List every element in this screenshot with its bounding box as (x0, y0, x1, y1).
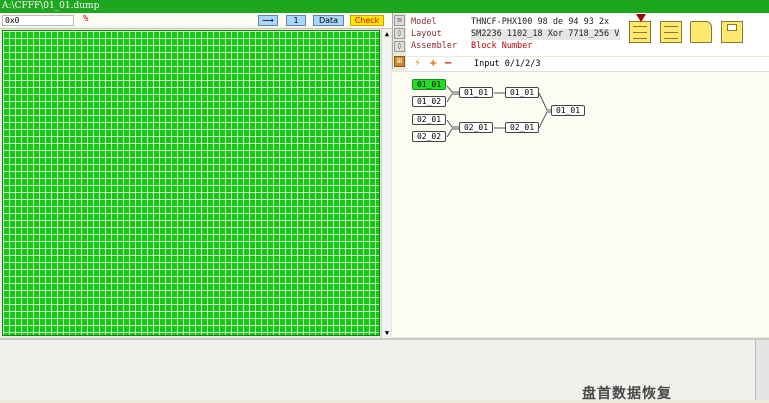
result-node-1[interactable]: 01_01 (505, 87, 539, 98)
input-node-3[interactable]: 02_01 (412, 114, 446, 125)
result-node-2[interactable]: 02_01 (505, 122, 539, 133)
watermark-text: 盘首数据恢复 (582, 386, 672, 402)
page-count-button[interactable]: 1 (286, 15, 306, 26)
goto-arrow-button[interactable]: ⟶ (258, 15, 278, 26)
layout-label: Layout (411, 29, 442, 39)
window-title: A:\CFFF\01_01.dump (0, 0, 769, 13)
log-scrollbar[interactable] (755, 340, 769, 400)
model-value: THNCF-PHX100 98 de 94 93 2x (471, 17, 610, 27)
info-row-layout[interactable]: Layout SM2236 1102_18 Xor 7718_256 V (411, 29, 621, 40)
side-toolbar: ≡ ◊ ◊ ⊞ (392, 13, 406, 69)
address-input[interactable] (2, 15, 74, 26)
dump-toolbar: % ⟶ 1 Data Check (0, 13, 392, 29)
layers-icon[interactable] (660, 21, 682, 43)
action-icons (620, 13, 769, 56)
pin-icon[interactable]: ◊ (394, 28, 405, 39)
data-button[interactable]: Data (313, 15, 344, 26)
check-button[interactable]: Check (350, 15, 384, 26)
merge-node-2[interactable]: 02_01 (459, 122, 493, 133)
grid-scrollbar[interactable]: ▲ ▼ (381, 29, 391, 338)
assembler-value: Block Number (471, 41, 533, 51)
marker-icon[interactable]: ◊ (394, 41, 405, 52)
input-node-4[interactable]: 02_02 (412, 131, 446, 142)
input-node-2[interactable]: 01_02 (412, 96, 446, 107)
output-node[interactable]: 01_01 (551, 105, 585, 116)
add-icon[interactable]: + (429, 58, 437, 70)
assembler-tree: 01_01 01_02 02_01 02_02 01_01 02_01 01_0… (392, 72, 769, 337)
info-row-model: Model THNCF-PHX100 98 de 94 93 2x (411, 17, 621, 28)
folder-icon[interactable] (690, 21, 712, 43)
wand-icon[interactable]: ⚡ (414, 58, 421, 70)
save-icon[interactable] (721, 21, 743, 43)
percent-label: % (83, 14, 89, 24)
remove-icon[interactable]: − (444, 58, 452, 70)
input-label: Input 0/1/2/3 (474, 59, 541, 69)
assembler-label: Assembler (411, 41, 458, 51)
tree-icon[interactable]: ⊞ (394, 56, 405, 67)
scroll-down-icon[interactable]: ▼ (382, 328, 392, 338)
merge-node-1[interactable]: 01_01 (459, 87, 493, 98)
assembler-toolbar: ⚡ + − Input 0/1/2/3 (406, 57, 769, 72)
layout-value: SM2236 1102_18 Xor 7718_256 V (471, 29, 621, 40)
input-node-1[interactable]: 01_01 (412, 79, 446, 90)
model-label: Model (411, 17, 437, 27)
load-dump-icon[interactable] (629, 14, 651, 43)
block-map-grid[interactable] (2, 30, 380, 336)
scroll-up-icon[interactable]: ▲ (382, 29, 392, 39)
device-info-panel: Model THNCF-PHX100 98 de 94 93 2x Layout… (406, 13, 621, 56)
info-row-assembler: Assembler Block Number (411, 41, 621, 52)
bar-chart-icon[interactable]: ≡ (394, 15, 405, 26)
